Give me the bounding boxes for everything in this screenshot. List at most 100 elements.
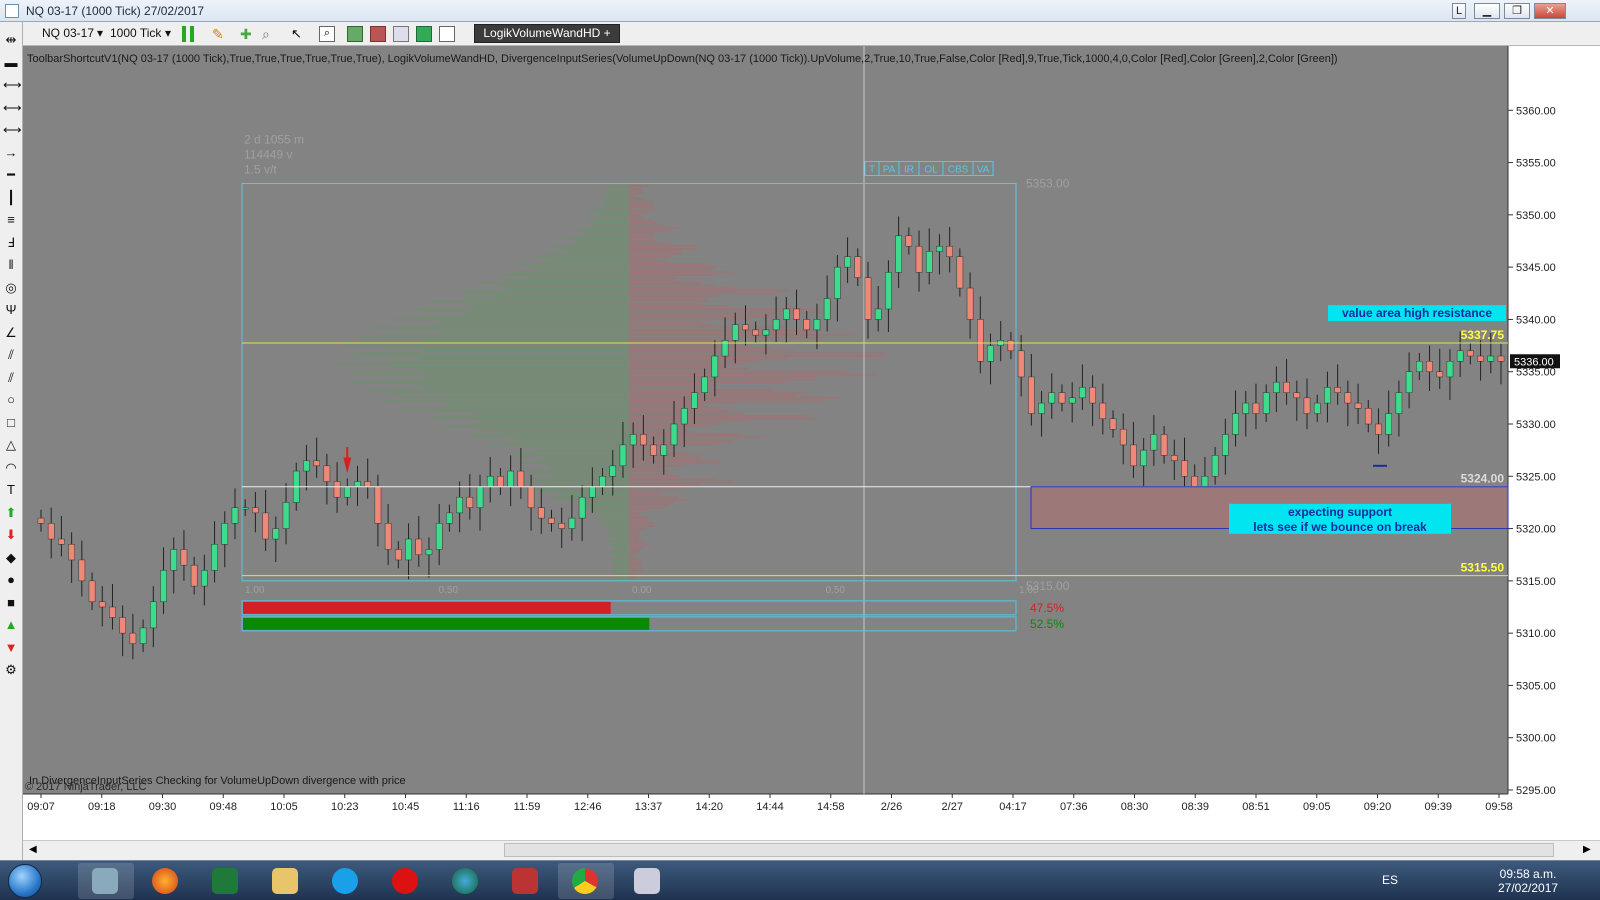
arrow-up-icon[interactable]: ⬆ <box>3 505 19 521</box>
arc-icon[interactable]: ◠ <box>3 460 19 476</box>
y-tick-label: 5345.00 <box>1516 262 1556 274</box>
profile-bar-sell <box>629 472 674 475</box>
maximize-button[interactable]: ❐ <box>1504 3 1530 19</box>
taskbar-item-globe[interactable] <box>438 863 494 899</box>
candle <box>1324 387 1331 404</box>
profile-bar-sell <box>629 347 771 350</box>
candle <box>456 496 463 514</box>
arrow-line-icon[interactable]: → <box>3 145 19 161</box>
pointer-icon[interactable]: ↖ <box>291 26 307 42</box>
pencil-icon[interactable]: ✎ <box>212 26 228 42</box>
profile-bar-buy <box>557 247 629 250</box>
ray-icon[interactable]: ⟷ <box>3 100 22 116</box>
trend-channel-icon[interactable]: ⫽ <box>3 370 19 386</box>
horizontal-scrollbar[interactable]: ◀ ▶ <box>23 840 1600 860</box>
triangle-up-icon[interactable]: ▲ <box>3 617 19 633</box>
square-icon[interactable]: ■ <box>3 595 19 611</box>
settings-icon[interactable]: ⚙ <box>3 662 19 678</box>
x-tick-label: 09:48 <box>209 801 237 813</box>
vertical-line-icon[interactable]: ┃ <box>3 190 19 206</box>
zoom-icon[interactable]: ⌕ <box>262 26 278 42</box>
diamond-icon[interactable]: ◆ <box>3 550 19 566</box>
candle <box>813 319 821 331</box>
profile-bar-sell <box>629 334 855 337</box>
search-icon[interactable]: ⌕ <box>319 26 335 42</box>
triangle-icon[interactable]: △ <box>3 437 19 453</box>
ellipse-icon[interactable]: ○ <box>3 392 19 408</box>
instrument-dropdown-icon[interactable]: ▾ <box>97 26 103 40</box>
taskbar-item-folder[interactable] <box>258 863 314 899</box>
triangle-down-icon[interactable]: ▼ <box>3 640 19 656</box>
profile-high-label: 5353.00 <box>1026 176 1070 190</box>
x-tick-label: 11:59 <box>514 801 541 813</box>
gann-fan-icon[interactable]: ∠ <box>3 325 19 341</box>
chart-trader-icon[interactable] <box>393 26 409 42</box>
bar-type-icon[interactable] <box>182 26 198 42</box>
profile-bar-sell <box>629 456 701 459</box>
start-button[interactable] <box>8 864 42 898</box>
taskbar-item-app[interactable] <box>78 863 134 899</box>
rectangle-icon[interactable]: □ <box>3 415 19 431</box>
copyright-text: © 2017 NinjaTrader, LLC <box>25 781 146 793</box>
tray-language[interactable]: ES <box>1382 873 1398 887</box>
fib-circle-icon[interactable]: ◎ <box>3 280 19 296</box>
level-label: 5337.75 <box>1461 328 1505 342</box>
profile-bar-sell <box>629 399 825 402</box>
profile-bar-sell <box>629 245 698 248</box>
fib-time-icon[interactable]: ‖ <box>3 257 19 273</box>
pointer-icon[interactable]: ⇹ <box>3 32 19 48</box>
taskbar-item-excel[interactable] <box>198 863 254 899</box>
scroll-left-icon[interactable]: ◀ <box>29 844 37 855</box>
horizontal-line-icon[interactable]: ━ <box>3 167 19 183</box>
instrument-selector[interactable]: NQ 03-17 <box>42 26 94 40</box>
candle <box>1109 418 1117 430</box>
profile-bar-buy <box>582 501 629 504</box>
minimize-button[interactable]: ▁ <box>1474 3 1500 19</box>
profile-bar-sell <box>629 255 671 258</box>
candle <box>88 580 96 603</box>
arrow-down-icon[interactable]: ⬇ <box>3 527 19 543</box>
text-icon[interactable]: T <box>3 482 19 498</box>
line-icon[interactable]: ⟷ <box>3 77 22 93</box>
profile-bar-buy <box>612 538 629 541</box>
order-icon[interactable] <box>416 26 432 42</box>
profile-bar-buy <box>535 255 629 258</box>
interval-selector[interactable]: 1000 Tick <box>110 26 161 40</box>
profile-bar-buy <box>604 198 629 201</box>
candle <box>221 523 229 545</box>
profile-bar-sell <box>629 389 773 392</box>
scroll-right-icon[interactable]: ▶ <box>1583 844 1591 855</box>
taskbar-item-ninjatrader[interactable] <box>498 863 554 899</box>
pitchfork-icon[interactable]: Ψ <box>3 302 19 318</box>
properties-icon[interactable] <box>347 26 363 42</box>
indicator-button[interactable]: LogikVolumeWandHD + <box>474 24 620 43</box>
candle <box>1007 340 1015 352</box>
taskbar-item-skype[interactable] <box>318 863 374 899</box>
scroll-thumb[interactable] <box>504 843 1554 857</box>
interval-dropdown-icon[interactable]: ▾ <box>165 26 171 40</box>
extended-line-icon[interactable]: ⟷ <box>3 122 22 138</box>
close-button[interactable]: ✕ <box>1534 3 1566 19</box>
fibonacci-icon[interactable]: ≡ <box>3 212 19 228</box>
taskbar-item-chrome[interactable] <box>558 863 614 899</box>
regression-icon[interactable]: ⫽ <box>3 347 19 363</box>
profile-bar-buy <box>609 551 629 554</box>
marker-icon[interactable]: ▬ <box>3 55 19 71</box>
profile-bar-buy <box>604 206 629 209</box>
fib-extension-icon[interactable]: Ⅎ <box>3 235 19 251</box>
tray-clock[interactable]: 09:58 a.m. 27/02/2017 <box>1498 867 1558 895</box>
profile-bar-sell <box>629 467 666 470</box>
price-chart[interactable]: 2 d 1055 m114449 v1.5 v/t 5353.00 5315.00 T… <box>23 46 1600 840</box>
dot-icon[interactable]: ● <box>3 572 19 588</box>
x-tick-label: 09:30 <box>149 801 177 813</box>
crosshair-icon[interactable]: ✚ <box>240 26 256 42</box>
profile-bar-sell <box>629 386 710 389</box>
chart-area[interactable]: 2 d 1055 m 114449 v 1.5 v/t 5353.00 5315.00 T… <box>23 46 1600 840</box>
taskbar-item-opera[interactable] <box>378 863 434 899</box>
x-tick-label: 10:05 <box>270 801 298 813</box>
taskbar-item-calculator[interactable] <box>620 863 676 899</box>
data-box-icon[interactable] <box>439 26 455 42</box>
strategy-icon[interactable] <box>370 26 386 42</box>
link-button[interactable]: L <box>1452 3 1466 19</box>
taskbar-item-firefox[interactable] <box>138 863 194 899</box>
